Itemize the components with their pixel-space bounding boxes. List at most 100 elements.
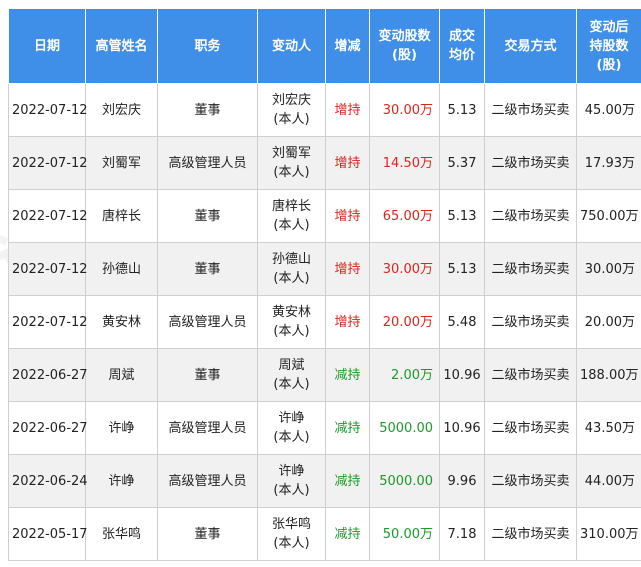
header-changer: 变动人 [257, 8, 326, 84]
cell-shares-changed: 5000.00 [369, 454, 440, 508]
changer-name: 周斌 [278, 358, 305, 373]
header-shares-changed: 变动股数 (股) [369, 8, 440, 84]
cell-method: 二级市场买卖 [484, 507, 577, 561]
changer-note: (本人) [273, 483, 310, 498]
cell-executive: 孙德山 [85, 242, 158, 296]
cell-shares-changed: 65.00万 [369, 189, 440, 243]
cell-method: 二级市场买卖 [484, 454, 577, 508]
cell-method: 二级市场买卖 [484, 401, 577, 455]
cell-method: 二级市场买卖 [484, 136, 577, 190]
cell-date: 2022-06-27 [8, 401, 88, 455]
cell-executive: 黄安林 [85, 295, 158, 349]
cell-method: 二级市场买卖 [484, 189, 577, 243]
cell-changer: 周斌 (本人) [257, 348, 326, 402]
header-shares-changed-line1: 变动股数 [378, 29, 431, 44]
changer-note: (本人) [273, 271, 310, 286]
cell-shares-after: 30.00万 [576, 242, 641, 296]
cell-position: 董事 [157, 189, 258, 243]
cell-shares-after: 17.93万 [576, 136, 641, 190]
cell-position: 董事 [157, 348, 258, 402]
changer-note: (本人) [273, 430, 310, 445]
cell-shares-after: 44.00万 [576, 454, 641, 508]
cell-direction: 减持 [325, 401, 370, 455]
cell-position: 高级管理人员 [157, 401, 258, 455]
header-shares-changed-line2: (股) [392, 48, 417, 63]
table-row: 2022-06-27 周斌 董事 周斌 (本人) 减持 2.00万 10.96 二级市场买卖 18… [8, 348, 641, 402]
cell-changer: 黄安林 (本人) [257, 295, 326, 349]
cell-date: 2022-07-12 [8, 242, 88, 296]
cell-shares-after: 188.00万 [576, 348, 641, 402]
changer-note: (本人) [273, 324, 310, 339]
header-date: 日期 [8, 8, 86, 84]
cell-executive: 周斌 [85, 348, 158, 402]
table-row: 2022-06-24 许峥 高级管理人员 许峥 (本人) 减持 5000.00 9.96 二级市… [8, 454, 641, 508]
cell-shares-after: 750.00万 [576, 189, 641, 243]
changer-name: 许峥 [278, 464, 305, 479]
cell-executive: 唐梓长 [85, 189, 158, 243]
cell-direction: 减持 [325, 454, 370, 508]
header-avg-price-line2: 均价 [448, 48, 475, 63]
cell-position: 董事 [157, 83, 258, 137]
table-row: 2022-07-12 刘宏庆 董事 刘宏庆 (本人) 增持 30.00万 5.13 二级市场买卖… [8, 83, 641, 137]
cell-changer: 孙德山 (本人) [257, 242, 326, 296]
header-shares-after: 变动后 持股数 (股) [576, 8, 641, 84]
table-header-row: 日期 高管姓名 职务 变动人 增减 变动股数 (股) 成交 均价 交易方式 变动… [8, 8, 641, 84]
cell-avg-price: 5.37 [439, 136, 485, 190]
cell-executive: 张华鸣 [85, 507, 158, 561]
header-avg-price-line1: 成交 [448, 29, 475, 44]
cell-shares-changed: 30.00万 [369, 83, 440, 137]
changer-note: (本人) [273, 377, 310, 392]
changer-name: 张华鸣 [271, 517, 311, 532]
cell-date: 2022-07-12 [8, 136, 88, 190]
cell-direction: 减持 [325, 348, 370, 402]
cell-avg-price: 10.96 [439, 401, 485, 455]
table-row: 2022-07-12 黄安林 高级管理人员 黄安林 (本人) 增持 20.00万 5.48 二级… [8, 295, 641, 349]
cell-date: 2022-06-27 [8, 348, 88, 402]
cell-avg-price: 9.96 [439, 454, 485, 508]
header-shares-after-line1: 变动后 [589, 19, 629, 35]
cell-changer: 刘宏庆 (本人) [257, 83, 326, 137]
changer-note: (本人) [273, 165, 310, 180]
cell-changer: 许峥 (本人) [257, 401, 326, 455]
header-shares-after-line2: 持股数 [589, 38, 629, 54]
cell-changer: 张华鸣 (本人) [257, 507, 326, 561]
changer-note: (本人) [273, 218, 310, 233]
cell-position: 董事 [157, 507, 258, 561]
header-executive: 高管姓名 [85, 8, 158, 84]
cell-avg-price: 5.13 [439, 242, 485, 296]
cell-shares-changed: 30.00万 [369, 242, 440, 296]
cell-shares-changed: 20.00万 [369, 295, 440, 349]
cell-executive: 刘蜀军 [85, 136, 158, 190]
cell-changer: 刘蜀军 (本人) [257, 136, 326, 190]
table-row: 2022-05-17 张华鸣 董事 张华鸣 (本人) 减持 50.00万 7.18 二级市场买卖… [8, 507, 641, 561]
cell-method: 二级市场买卖 [484, 295, 577, 349]
cell-method: 二级市场买卖 [484, 83, 577, 137]
changer-name: 孙德山 [271, 252, 311, 267]
header-direction: 增减 [325, 8, 370, 84]
cell-shares-changed: 5000.00 [369, 401, 440, 455]
changer-name: 刘蜀军 [271, 146, 311, 161]
cell-shares-changed: 2.00万 [369, 348, 440, 402]
cell-shares-after: 45.00万 [576, 83, 641, 137]
cell-date: 2022-07-12 [8, 189, 88, 243]
cell-date: 2022-07-12 [8, 83, 88, 137]
cell-executive: 许峥 [85, 454, 158, 508]
changer-name: 刘宏庆 [271, 93, 311, 108]
cell-date: 2022-07-12 [8, 295, 88, 349]
cell-position: 高级管理人员 [157, 136, 258, 190]
header-shares-after-line3: (股) [596, 57, 622, 73]
cell-changer: 许峥 (本人) [257, 454, 326, 508]
cell-avg-price: 5.13 [439, 83, 485, 137]
cell-method: 二级市场买卖 [484, 348, 577, 402]
cell-shares-changed: 14.50万 [369, 136, 440, 190]
header-method: 交易方式 [484, 8, 577, 84]
cell-avg-price: 5.48 [439, 295, 485, 349]
cell-avg-price: 10.96 [439, 348, 485, 402]
cell-position: 高级管理人员 [157, 295, 258, 349]
table-row: 2022-06-27 许峥 高级管理人员 许峥 (本人) 减持 5000.00 10.96 二级… [8, 401, 641, 455]
cell-direction: 增持 [325, 189, 370, 243]
header-avg-price: 成交 均价 [439, 8, 485, 84]
cell-shares-after: 43.50万 [576, 401, 641, 455]
table-row: 2022-07-12 唐梓长 董事 唐梓长 (本人) 增持 65.00万 5.13 二级市场买卖… [8, 189, 641, 243]
cell-position: 高级管理人员 [157, 454, 258, 508]
